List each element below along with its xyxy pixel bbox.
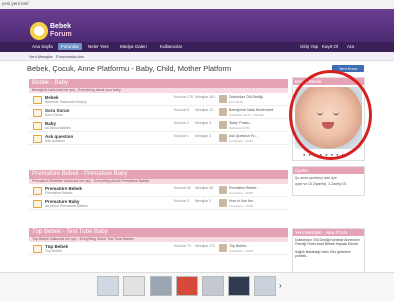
forum-desc: All About Babies — [45, 126, 71, 130]
forum-icon — [33, 96, 42, 104]
last-post-avatar[interactable] — [219, 186, 227, 194]
forum-desc: Prematüre Bebek — [45, 191, 73, 195]
sidebar-new-posts-box: Yeni Mesajlar - New Posts Doktorların Öl… — [292, 228, 365, 274]
forum-icon — [33, 135, 42, 143]
logo-text-1[interactable]: Bebek — [50, 23, 71, 30]
forum-desc: Ask question — [45, 139, 66, 143]
last-post-meta: Pazartesi 10:52 — [229, 126, 250, 130]
last-post-meta: Dün 16:20 — [229, 100, 243, 104]
last-post-meta: Cumartesi - 13:08 — [229, 249, 253, 253]
thumbnail[interactable] — [97, 276, 119, 296]
subnav-new-posts[interactable]: Yeni Mesajlar — [29, 54, 53, 59]
forum-icon — [33, 200, 42, 208]
last-post-meta: Cumartesi - 13:29 — [229, 139, 253, 143]
last-post-meta: Cumartesi 16:17 - bilitelka — [229, 113, 264, 117]
forum-threads: Konular 70 — [174, 244, 191, 248]
forum-row[interactable]: Prematüre Bebek Prematüre Bebek Konular 60… — [29, 184, 288, 197]
sidebar-new-post[interactable]: Doktorların Ölü Dediği Kardeşe Annesinin… — [293, 236, 364, 248]
forum-icon — [33, 122, 42, 130]
thumbnail[interactable] — [176, 276, 198, 296]
forum-row[interactable]: Baby All About Babies Konular 2 Mesajlar 5 '… — [29, 119, 288, 132]
nav-item-whats-new[interactable]: Neler Yeni — [88, 44, 109, 49]
forum-threads: Konular 8 — [174, 108, 189, 112]
forum-row[interactable]: Premature Baby All About Premature Babies… — [29, 197, 288, 210]
forum-desc: Tüp Bebek — [45, 249, 62, 253]
forum-threads: Konular 60 — [174, 186, 191, 190]
main-nav: Ana Sayfa Forumlar Neler Yeni Medya Gale… — [0, 42, 394, 52]
sidebar-online-title: Üyeler — [293, 167, 364, 174]
nav-item-media[interactable]: Medya Galeri — [120, 44, 147, 49]
sidebar-online-line: ayse ve 15 Ziyaretçi, 3 Zaretçi Ol. — [295, 182, 348, 186]
nav-item-home[interactable]: Ana Sayfa — [32, 44, 53, 49]
forum-desc: Bebekler Hakkında Herşey — [45, 100, 87, 104]
forum-row[interactable]: Ask question Ask question Konular 1 Mesajla… — [29, 132, 288, 145]
section-title[interactable]: Prematüre Bebek - Premature Baby — [29, 170, 288, 179]
forum-threads: Konular 1 — [174, 134, 189, 138]
nav-item-forums[interactable]: Forumlar — [58, 43, 83, 50]
last-post-avatar[interactable] — [219, 95, 227, 103]
last-post-title[interactable]: Doktordan Ölü Dediği... — [229, 95, 287, 99]
last-post-meta: Cumartesi - 13:08 — [229, 191, 253, 195]
forum-posts: Mesajlar 5 — [195, 121, 212, 125]
sub-nav: Yeni Mesajlar Forumlarda Ara — [0, 52, 394, 61]
forum-threads: Konular 2 — [174, 199, 189, 203]
thumbnail[interactable] — [150, 276, 172, 296]
url-text: yeni.yeni.net/ — [2, 1, 29, 6]
highlight-circle — [289, 70, 372, 160]
last-post-avatar[interactable] — [219, 121, 227, 129]
forum-threads: Konular 2 — [174, 121, 189, 125]
page-title: Bebek, Çocuk, Anne Platformu - Baby, Chi… — [27, 64, 232, 73]
last-post-title[interactable]: Prematüre Bebek... — [229, 186, 287, 190]
next-arrow-icon[interactable]: › — [279, 281, 282, 290]
section-premature: Prematüre Bebek - Premature Baby Prematü… — [29, 170, 288, 210]
thumbnail[interactable] — [254, 276, 276, 296]
sidebar-online-line: Şu anda çevrimiçi olan üye — [295, 176, 337, 180]
forum-icon — [33, 109, 42, 117]
forum-row[interactable]: Tüp Bebek Tüp Bebek Konular 70 Mesajlar 172… — [29, 242, 288, 255]
nav-register[interactable]: Kayıt Ol — [322, 44, 338, 49]
forum-posts: Mesajlar 65 — [195, 186, 214, 190]
thumbnail[interactable] — [123, 276, 145, 296]
forum-icon — [33, 187, 42, 195]
last-post-meta: Cumartesi - 13:08 — [229, 204, 253, 208]
forum-posts: Mesajlar 3 — [195, 134, 212, 138]
sidebar-online-box: Üyeler Şu anda çevrimiçi olan üye ayse v… — [292, 166, 365, 196]
forum-posts: Mesajlar 3 — [195, 199, 212, 203]
logo-text-2[interactable]: Forum — [50, 31, 72, 38]
last-post-title[interactable]: Bebeğimizi Nasıl Beslenmeli — [229, 108, 287, 112]
section-title[interactable]: Bebek - Baby — [29, 79, 288, 88]
subnav-search-forums[interactable]: Forumlarda Ara — [56, 54, 84, 59]
forum-row[interactable]: Bebek Bebekler Hakkında Herşey Konular 278… — [29, 93, 288, 106]
logo-face — [34, 26, 44, 36]
last-post-avatar[interactable] — [219, 199, 227, 207]
forum-posts: Mesajlar 12 — [195, 108, 214, 112]
logo-icon[interactable] — [30, 22, 48, 40]
nav-search[interactable]: Ara — [347, 44, 354, 49]
sidebar-new-post[interactable]: Sağlık Bakanlığı'ndan Gez gebelere yönel… — [293, 248, 364, 260]
last-post-title[interactable]: 'Baby' Potato... — [229, 121, 287, 125]
section-title[interactable]: Tüp Bebek - Test Tube Baby — [29, 228, 288, 237]
forum-posts: Mesajlar 172 — [195, 244, 216, 248]
thumbnail[interactable] — [202, 276, 224, 296]
forum-posts: Mesajlar 461 — [195, 95, 216, 99]
nav-item-users[interactable]: Kullanıcılar — [160, 44, 182, 49]
forum-row[interactable]: Soru Sorun Soru Sorun Konular 8 Mesajlar 12… — [29, 106, 288, 119]
forum-icon — [33, 245, 42, 253]
site-header: Bebek Forum — [0, 9, 394, 42]
last-post-title[interactable]: Tüp Bebek... — [229, 244, 287, 248]
last-post-title[interactable]: Ask Question Fo... — [229, 134, 287, 138]
last-post-avatar[interactable] — [219, 108, 227, 116]
section-test-tube: Tüp Bebek - Test Tube Baby Tüp Bebek hak… — [29, 228, 288, 255]
last-post-avatar[interactable] — [219, 244, 227, 252]
forum-desc: Soru Sorun — [45, 113, 63, 117]
section-bebek: Bebek - Baby Bebeğiniz hakkında her şey … — [29, 79, 288, 145]
sidebar-new-posts-title: Yeni Mesajlar - New Posts — [293, 229, 364, 236]
last-post-avatar[interactable] — [219, 134, 227, 142]
forum-threads: Konular 278 — [174, 95, 193, 99]
last-post-title[interactable]: How to Use the... — [229, 199, 287, 203]
thumbnail[interactable] — [228, 276, 250, 296]
nav-login[interactable]: Giriş Yap — [300, 44, 318, 49]
forum-desc: All About Premature Babies — [45, 204, 88, 208]
